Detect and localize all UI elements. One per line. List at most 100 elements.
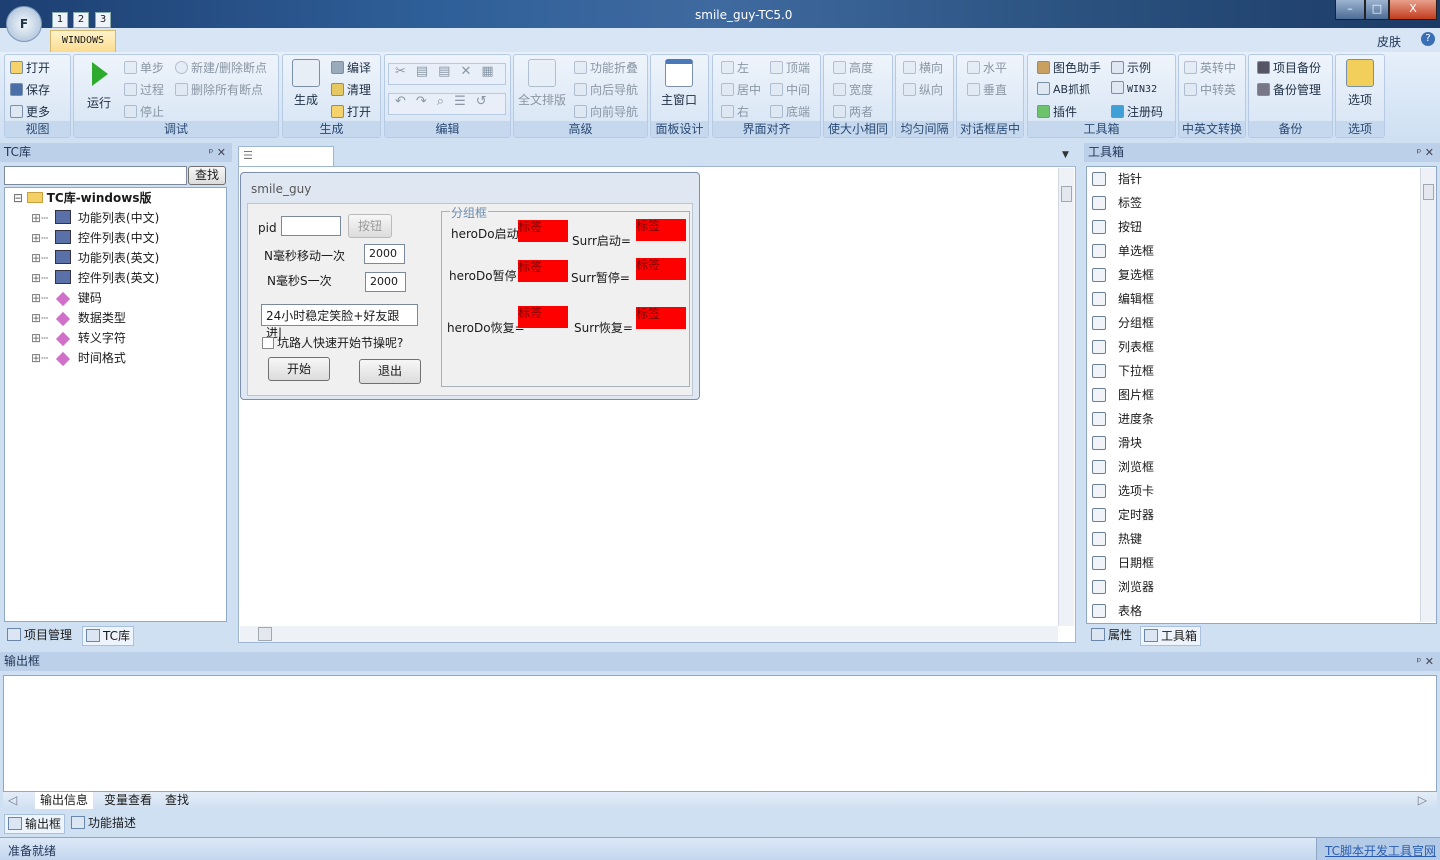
move-interval-input[interactable]: 2000	[364, 244, 405, 264]
maximize-button[interactable]: □	[1365, 0, 1389, 20]
tab-function-description[interactable]: 功能描述	[68, 814, 139, 832]
clean-button[interactable]: 清理	[331, 81, 371, 98]
tab-list-dropdown-icon[interactable]: ▼	[1062, 150, 1069, 160]
toolbox-item[interactable]: 定时器	[1092, 505, 1154, 525]
close-button[interactable]: X	[1389, 0, 1437, 20]
skin-menu[interactable]: 皮肤	[1377, 33, 1401, 50]
tree-item[interactable]: ⊞┄ 时间格式	[13, 348, 226, 368]
same-height-button[interactable]: 高度	[833, 59, 873, 76]
toolbox-item[interactable]: 指针	[1092, 169, 1142, 189]
help-icon[interactable]: ?	[1421, 32, 1435, 46]
ribbon-tab-windows[interactable]: WINDOWS	[50, 30, 116, 52]
center-vertical-button[interactable]: 垂直	[967, 81, 1007, 98]
project-backup-button[interactable]: 项目备份	[1257, 59, 1321, 76]
expand-icon[interactable]: ⊞┄	[31, 311, 52, 325]
pin-close-icons[interactable]: ᵖ ✕	[1417, 652, 1434, 671]
toolbox-item[interactable]: 滑块	[1092, 433, 1142, 453]
tree-item[interactable]: ⊞┄ 控件列表(英文)	[13, 268, 226, 288]
pin-close-icons[interactable]: ᵖ ✕	[1417, 143, 1434, 162]
align-right-button[interactable]: 右	[721, 103, 749, 120]
toggle-breakpoint-button[interactable]: 新建/删除断点	[175, 59, 267, 76]
editor-tab-smile-guy[interactable]: ☰ smile_guy✕	[238, 146, 334, 180]
expand-icon[interactable]: ⊞┄	[31, 271, 52, 285]
toolbox-item[interactable]: 单选框	[1092, 241, 1154, 261]
tree-item[interactable]: ⊞┄ 功能列表(中文)	[13, 208, 226, 228]
tree-item[interactable]: ⊞┄ 转义字符	[13, 328, 226, 348]
toolbox-item[interactable]: 浏览器	[1092, 577, 1154, 597]
toolbox-item[interactable]: 热键	[1092, 529, 1142, 549]
open-build-button[interactable]: 打开	[331, 103, 371, 120]
scroll-left-icon[interactable]: ◁	[8, 793, 17, 807]
align-center-button[interactable]: 居中	[721, 81, 761, 98]
expand-icon[interactable]: ⊞┄	[31, 251, 52, 265]
scroll-thumb[interactable]	[258, 627, 272, 641]
nav-forward-button[interactable]: 向前导航	[574, 103, 638, 120]
align-top-button[interactable]: 顶端	[770, 59, 810, 76]
nav-back-button[interactable]: 向后导航	[574, 81, 638, 98]
stop-button[interactable]: 停止	[124, 103, 164, 120]
expand-icon[interactable]: ⊞┄	[31, 211, 52, 225]
app-menu-button[interactable]: F	[6, 6, 42, 42]
fold-button[interactable]: 功能折叠	[574, 59, 638, 76]
edit-toolbar-row2[interactable]: ↶↷⌕☰↺	[388, 93, 506, 115]
scroll-right-icon[interactable]: ▷	[1418, 793, 1427, 807]
toolbox-item[interactable]: 复选框	[1092, 265, 1154, 285]
tree-item[interactable]: ⊞┄ 控件列表(中文)	[13, 228, 226, 248]
tree-item[interactable]: ⊞┄ 键码	[13, 288, 226, 308]
tab-find[interactable]: 查找	[161, 792, 193, 809]
toolbox-item[interactable]: 浏览框	[1092, 457, 1154, 477]
save-button[interactable]: 保存	[10, 81, 50, 98]
color-helper-button[interactable]: 图色助手	[1037, 59, 1101, 76]
toolbox-item[interactable]: 下拉框	[1092, 361, 1154, 381]
tab-project-manager[interactable]: 项目管理	[4, 626, 75, 644]
toolbox-item[interactable]: 编辑框	[1092, 289, 1154, 309]
open-button[interactable]: 打开	[10, 59, 50, 76]
tab-toolbox[interactable]: 工具箱	[1140, 626, 1202, 646]
checkbox-box[interactable]	[262, 337, 274, 349]
en-to-cn-button[interactable]: 英转中	[1184, 59, 1236, 76]
align-bottom-button[interactable]: 底端	[770, 103, 810, 120]
toolbox-item[interactable]: 表格	[1092, 601, 1142, 621]
backup-manager-button[interactable]: 备份管理	[1257, 81, 1321, 98]
tab-output-box[interactable]: 输出框	[4, 814, 66, 834]
process-button[interactable]: 过程	[124, 81, 164, 98]
sample-button[interactable]: 示例	[1111, 59, 1151, 76]
build-button[interactable]: 生成	[290, 59, 322, 108]
center-horizontal-button[interactable]: 水平	[967, 59, 1007, 76]
library-search-button[interactable]: 查找	[188, 166, 226, 185]
plugin-button[interactable]: 插件	[1037, 103, 1077, 120]
same-width-button[interactable]: 宽度	[833, 81, 873, 98]
start-button[interactable]: 开始	[268, 357, 330, 381]
same-both-button[interactable]: 两者	[833, 103, 873, 120]
s-interval-input[interactable]: 2000	[365, 272, 406, 292]
official-site-link[interactable]: TC脚本开发工具官网	[1316, 838, 1440, 860]
expand-icon[interactable]: ⊞┄	[31, 231, 52, 245]
scroll-thumb[interactable]	[1061, 186, 1072, 202]
library-search-input[interactable]	[4, 166, 187, 185]
output-area[interactable]	[3, 675, 1437, 792]
toolbox-item[interactable]: 列表框	[1092, 337, 1154, 357]
quick-access-1[interactable]: 1	[52, 12, 68, 28]
register-button[interactable]: 注册码	[1111, 103, 1163, 120]
toolbox-item[interactable]: 日期框	[1092, 553, 1154, 573]
tab-variable-view[interactable]: 变量查看	[100, 792, 156, 809]
toolbox-item[interactable]: 选项卡	[1092, 481, 1154, 501]
align-middle-button[interactable]: 中间	[770, 81, 810, 98]
compile-button[interactable]: 编译	[331, 59, 371, 76]
win32-button[interactable]: WIN32	[1111, 81, 1157, 95]
expand-icon[interactable]: ⊞┄	[31, 291, 52, 305]
tree-item[interactable]: ⊞┄ 数据类型	[13, 308, 226, 328]
pid-input[interactable]	[281, 216, 341, 236]
clear-breakpoints-button[interactable]: 删除所有断点	[175, 81, 263, 98]
toolbox-item[interactable]: 标签	[1092, 193, 1142, 213]
expand-icon[interactable]: ⊞┄	[31, 331, 52, 345]
toolbox-item[interactable]: 分组框	[1092, 313, 1154, 333]
toolbox-item[interactable]: 按钮	[1092, 217, 1142, 237]
toolbox-scrollbar[interactable]	[1420, 168, 1436, 622]
space-horizontal-button[interactable]: 横向	[903, 59, 943, 76]
horizontal-scrollbar[interactable]	[240, 626, 1058, 642]
run-button[interactable]: 运行	[84, 60, 114, 111]
info-textbox[interactable]: 24小时稳定笑脸+好友跟进|	[261, 304, 418, 340]
skip-checkbox[interactable]: 坑路人快速开始节操呢?	[262, 334, 403, 351]
options-button[interactable]: 选项	[1343, 59, 1377, 108]
